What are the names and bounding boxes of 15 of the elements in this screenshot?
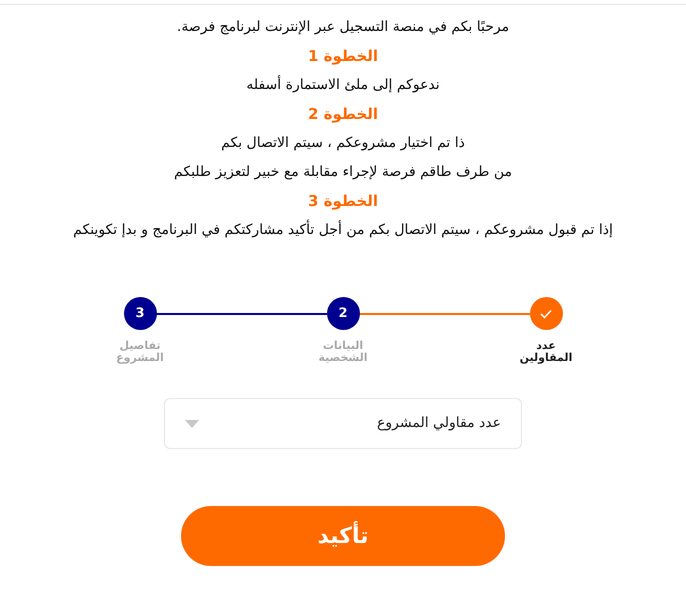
intro-text: ندعوكم إلى ملئ الاستمارة أسفله (246, 74, 440, 95)
intro-text: من طرف طاقم فرصة لإجراء مقابلة مع خبير لتعزيز طلبكم (174, 163, 512, 182)
intro-text: ذا تم اختيار مشروعكم ، سيتم الاتصال بكم (221, 134, 465, 153)
step-label: البيانات الشخصية (317, 340, 369, 364)
step-heading: الخطوة 1 (308, 46, 378, 67)
step-label: تفاصيل المشروع (115, 340, 165, 364)
intro-text: إذا تم قبول مشروعكم ، سيتم الاتصال بكم من أجل تأكيد مشاركتكم في البرنامج و بدإ تكوينكم (73, 216, 613, 245)
step-heading: الخطوة 3 (308, 191, 378, 212)
select-value: عدد مقاولي المشروع (377, 414, 501, 433)
contractors-select[interactable]: عدد مقاولي المشروع (164, 398, 522, 449)
dropdown-caret-icon (185, 420, 199, 428)
step-heading: الخطوة 2 (308, 104, 378, 125)
step-label: عدد المقاولين (518, 340, 574, 364)
check-icon (540, 308, 552, 318)
intro-text: مرحبًا بكم في منصة التسجيل عبر الإنترنت لبرنامج فرصة. (176, 18, 510, 37)
